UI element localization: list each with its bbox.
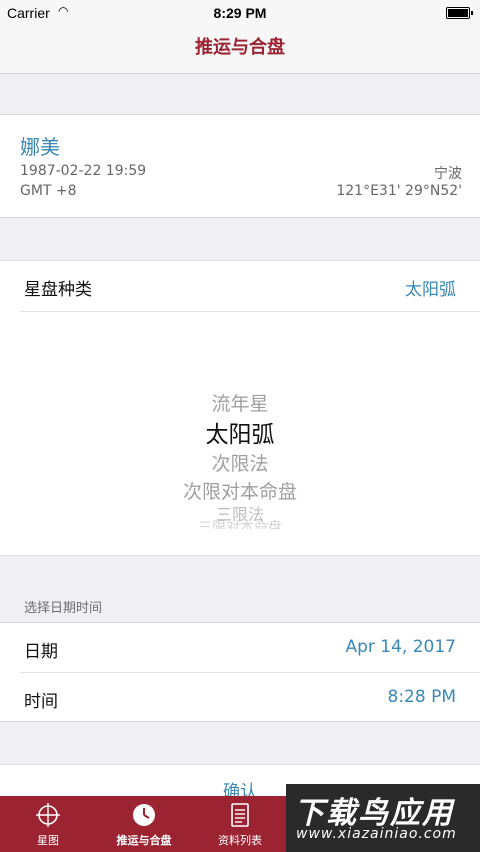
date-value: Apr 14, 2017 [345, 637, 456, 657]
tab-progression[interactable]: 推运与合盘 [96, 796, 192, 852]
picker-option-selected[interactable]: 太阳弧 [0, 415, 480, 449]
time-value: 8:28 PM [387, 687, 457, 707]
profile-timezone: GMT +8 [20, 183, 77, 199]
profile-birth-datetime: 1987-02-22 19:59 [20, 163, 147, 179]
status-time: 8:29 PM [213, 5, 267, 21]
chart-type-value: 太阳弧 [405, 280, 456, 300]
divider [20, 311, 480, 312]
picker-option[interactable]: 流年星 [0, 389, 480, 416]
profile-card[interactable]: 娜美 1987-02-22 19:59 GMT +8 宁波 121°E31' 2… [0, 114, 480, 218]
tab-records[interactable]: 资料列表 [192, 796, 288, 852]
profile-city: 宁波 [434, 166, 462, 182]
chart-type-card: 星盘种类 太阳弧 流年星 太阳弧 次限法 次限对本命盘 三限法 三限对本命盘 [0, 260, 480, 556]
tab-label: 推运与合盘 [116, 834, 172, 847]
document-list-icon [231, 803, 249, 827]
crosshair-chart-icon [36, 803, 60, 827]
time-row[interactable]: 时间 8:28 PM [0, 673, 480, 723]
picker-option[interactable]: 三限对本命盘 [0, 517, 480, 529]
tab-chart[interactable]: 星图 [0, 796, 96, 852]
watermark: 下载鸟应用 www.xiazainiao.com [286, 784, 480, 852]
chart-type-picker[interactable]: 流年星 太阳弧 次限法 次限对本命盘 三限法 三限对本命盘 [0, 389, 480, 529]
status-bar: Carrier ◠ 8:29 PM [0, 0, 480, 26]
picker-option[interactable]: 次限法 [0, 449, 480, 476]
battery-icon [446, 7, 473, 19]
clock-icon [133, 804, 155, 826]
profile-coordinates: 121°E31' 29°N52' [336, 183, 462, 199]
datetime-card: 日期 Apr 14, 2017 时间 8:28 PM [0, 622, 480, 722]
navigation-bar: 推运与合盘 [0, 26, 480, 74]
date-section-header: 选择日期时间 [24, 601, 103, 616]
time-label: 时间 [24, 692, 58, 712]
date-label: 日期 [24, 642, 58, 662]
page-title: 推运与合盘 [195, 37, 285, 58]
date-row[interactable]: 日期 Apr 14, 2017 [0, 623, 480, 673]
watermark-url: www.xiazainiao.com [296, 826, 457, 842]
chart-type-label: 星盘种类 [24, 280, 92, 300]
tab-label: 资料列表 [218, 834, 262, 847]
tab-label: 星图 [37, 834, 59, 847]
profile-name: 娜美 [20, 135, 60, 159]
chart-type-row[interactable]: 星盘种类 太阳弧 [0, 261, 480, 311]
picker-option[interactable]: 次限对本命盘 [0, 477, 480, 504]
